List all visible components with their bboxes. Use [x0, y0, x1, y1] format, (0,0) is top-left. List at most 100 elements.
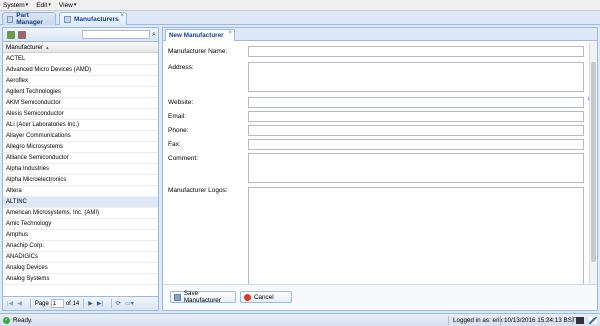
delete-icon[interactable] [18, 31, 26, 39]
tab-new-manufacturer-label: New Manufacturer [169, 32, 224, 39]
save-manufacturer-button[interactable]: Save Manufacturer [170, 290, 236, 304]
search-icon[interactable]: ⌕ [152, 30, 160, 39]
form-button-bar: Save Manufacturer Cancel [163, 284, 597, 310]
tab-part-manager[interactable]: Part Manager [2, 12, 56, 26]
scrollbar-thumb[interactable] [591, 62, 596, 262]
table-row[interactable]: ALi (Acer Laboratories Inc.) [3, 120, 158, 131]
status-text: Ready. [13, 317, 33, 324]
part-manager-icon [7, 15, 14, 23]
export-icon[interactable]: ▭▾ [125, 300, 134, 307]
website-field[interactable] [248, 97, 584, 108]
sort-ascending-icon: ▲ [45, 44, 50, 50]
fax-field[interactable] [248, 139, 584, 150]
menu-edit-label: Edit [36, 1, 48, 9]
cancel-button-label: Cancel [254, 293, 274, 301]
column-header-label: Manufacturer [6, 43, 44, 51]
prev-page-icon[interactable]: ◀ [17, 300, 22, 307]
table-row[interactable]: ALTINC [3, 197, 158, 208]
pager-separator [111, 299, 112, 308]
table-row[interactable]: Alesis Semiconductor [3, 109, 158, 120]
table-row[interactable]: Allegro Microsystems [3, 142, 158, 153]
menu-system-label: System [3, 1, 25, 9]
console-icon[interactable] [576, 317, 584, 324]
manufacturer-logos-area[interactable] [248, 187, 584, 286]
comment-label: Comment: [168, 155, 198, 162]
form-tab-bar: New Manufacturer × [163, 28, 597, 41]
website-label: Website: [168, 99, 194, 106]
table-row[interactable]: Alliance Semiconductor [3, 153, 158, 164]
save-button-label: Save Manufacturer [183, 290, 221, 304]
table-row[interactable]: Advanced Micro Devices (AMD) [3, 65, 158, 76]
table-row[interactable]: ACTEL [3, 54, 158, 65]
close-icon[interactable]: × [228, 30, 232, 36]
chevron-down-icon: ▾ [73, 2, 77, 8]
page-number-input[interactable] [50, 299, 64, 308]
tab-manufacturers[interactable]: Manufacturers × [59, 12, 127, 25]
table-row[interactable]: Allayer Communications [3, 131, 158, 142]
page-total-label: of 14 [65, 300, 80, 307]
pagination-toolbar: |◀ ◀ Page of 14 ▶ ▶| ⟳ ▭▾ [3, 296, 158, 310]
logged-in-text: Logged in as: erik [453, 317, 503, 324]
address-field[interactable] [248, 62, 584, 92]
next-page-icon[interactable]: ▶ [88, 300, 93, 307]
status-separator [500, 316, 501, 325]
close-icon[interactable]: × [120, 13, 124, 19]
menu-view[interactable]: View ▾ [59, 2, 77, 9]
manufacturer-name-field[interactable] [248, 46, 584, 57]
status-separator [448, 316, 449, 325]
phone-field[interactable] [248, 125, 584, 136]
chevron-down-icon: ▾ [25, 2, 29, 8]
tab-new-manufacturer[interactable]: New Manufacturer × [165, 29, 235, 41]
table-row[interactable]: American Microsystems, Inc. (AMI) [3, 208, 158, 219]
table-row[interactable]: Alpha Industries [3, 164, 158, 175]
first-page-icon[interactable]: |◀ [7, 300, 13, 307]
cancel-icon [244, 293, 251, 301]
menu-edit[interactable]: Edit ▾ [36, 2, 51, 9]
table-row[interactable]: Anachip Corp. [3, 241, 158, 252]
search-input[interactable] [82, 30, 150, 39]
table-row[interactable]: Aeroflex [3, 76, 158, 87]
manufacturer-logos-label: Manufacturer Logos: [168, 187, 228, 194]
table-row[interactable]: Altera [3, 186, 158, 197]
table-row[interactable]: Amic Technology [3, 219, 158, 230]
main-tab-bar: Part Manager Manufacturers × [0, 11, 600, 26]
chevron-down-icon: ▾ [48, 2, 51, 8]
form-scrollbar[interactable] [589, 42, 597, 286]
table-row[interactable]: AKM Semiconductor [3, 98, 158, 109]
manufacturer-name-label: Manufacturer Name: [168, 48, 228, 55]
status-bar: ✓ Ready. Logged in as: erik 10/13/2016 1… [0, 313, 600, 326]
menu-bar: System ▾ Edit ▾ View ▾ [0, 0, 600, 11]
pen-icon[interactable] [589, 317, 597, 324]
list-toolbar: ⌕ [3, 28, 158, 42]
table-row[interactable]: Analog Devices [3, 263, 158, 274]
pager-separator [29, 299, 31, 308]
tab-part-manager-label: Part Manager [16, 12, 43, 26]
table-row[interactable]: Alpha Microelectronics [3, 175, 158, 186]
manufacturer-form: Manufacturer Name: Address: Website: Ema… [163, 42, 587, 286]
address-label: Address: [168, 64, 194, 71]
table-row[interactable]: ANADIGICs [3, 252, 158, 263]
menu-system[interactable]: System ▾ [3, 2, 28, 9]
manufacturer-list-panel: ⌕ Manufacturer ▲ ACTEL Advanced Micro Dev… [2, 27, 159, 311]
manufacturer-rows: ACTEL Advanced Micro Devices (AMD) Aerofle… [3, 54, 158, 296]
add-icon[interactable] [7, 31, 15, 39]
email-field[interactable] [248, 111, 584, 122]
cancel-button[interactable]: Cancel [240, 291, 292, 303]
fax-label: Fax: [168, 141, 181, 148]
status-separator [572, 316, 573, 325]
tab-manufacturers-label: Manufacturers [74, 15, 119, 23]
email-label: Email: [168, 113, 187, 120]
datetime-text: 10/13/2016 15:24:13 BST [504, 317, 576, 324]
column-header-manufacturer[interactable]: Manufacturer ▲ [3, 42, 158, 53]
save-icon [174, 293, 181, 301]
last-page-icon[interactable]: ▶| [97, 300, 103, 307]
menu-view-label: View [58, 1, 73, 9]
pager-separator [83, 299, 85, 308]
page-label: Page [34, 300, 49, 307]
check-icon: ✓ [3, 317, 10, 324]
table-row[interactable]: Analog Systems [3, 274, 158, 285]
refresh-icon[interactable]: ⟳ [116, 300, 121, 307]
table-row[interactable]: Amphus [3, 230, 158, 241]
comment-field[interactable] [248, 153, 584, 183]
table-row[interactable]: Agilent Technologies [3, 87, 158, 98]
